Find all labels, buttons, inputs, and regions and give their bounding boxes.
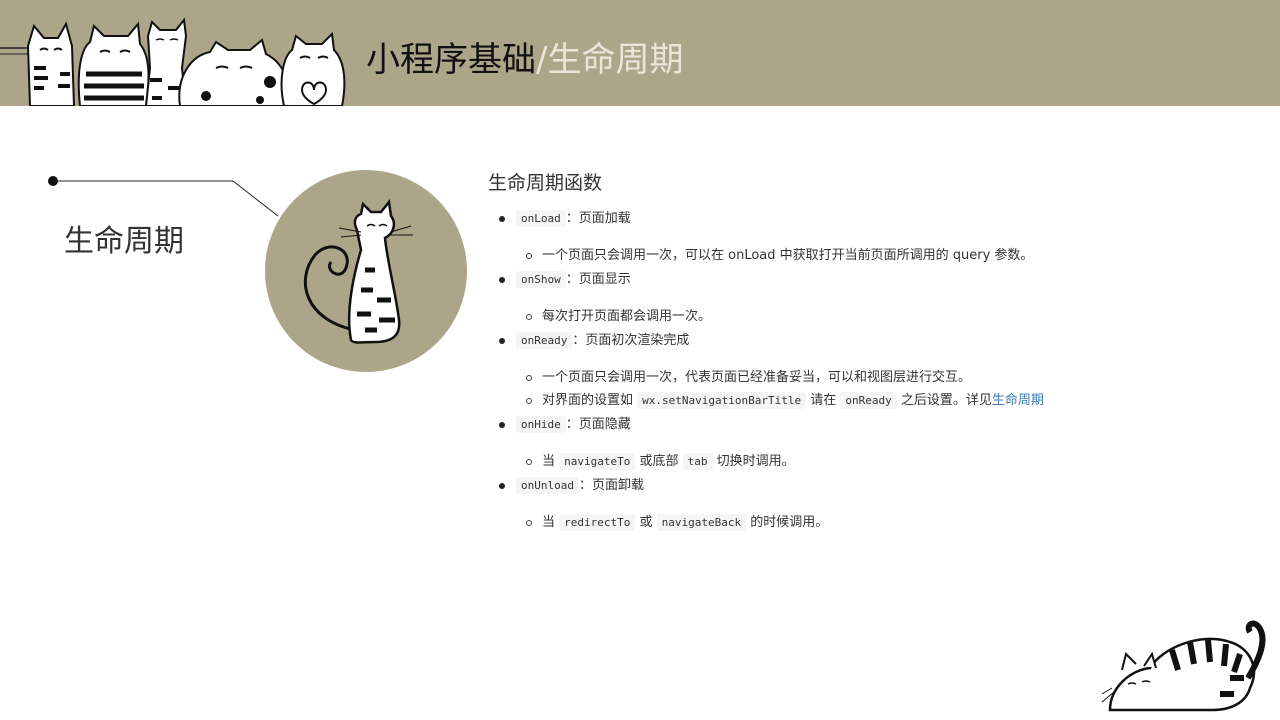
- item-desc: ：页面隐藏: [565, 417, 631, 432]
- sub-item-text: 一个页面只会调用一次，代表页面已经准备妥当，可以和视图层进行交互。: [542, 370, 972, 385]
- code-onshow: onShow: [516, 271, 566, 288]
- code-onunload: onUnload: [516, 477, 579, 494]
- item-desc: ：页面显示: [565, 272, 631, 287]
- title-main: 小程序基础: [366, 40, 536, 80]
- item-desc: ：页面初次渲染完成: [572, 333, 690, 348]
- code-onready: onReady: [516, 332, 573, 349]
- cat-circle-badge: [265, 170, 467, 372]
- header-bar: 小程序基础/生命周期: [0, 0, 1280, 106]
- title-separator: /: [536, 40, 548, 80]
- lifecycle-link[interactable]: 生命周期: [992, 393, 1044, 408]
- sub-item-pre: 当: [542, 515, 560, 530]
- list-item-onready: onReady ：页面初次渲染完成 一个页面只会调用一次，代表页面已经准备妥当，可…: [488, 330, 1248, 412]
- sleeping-cat-icon: [1101, 620, 1266, 712]
- sub-item-pre: 当: [542, 454, 560, 469]
- code-onload: onLoad: [516, 210, 566, 227]
- sub-item: 一个页面只会调用一次，代表页面已经准备妥当，可以和视图层进行交互。: [516, 367, 1248, 389]
- content-heading: 生命周期函数: [488, 172, 603, 194]
- sub-item-mid: 或: [635, 515, 657, 530]
- code-inline: tab: [682, 453, 713, 470]
- code-inline: navigateTo: [559, 453, 636, 470]
- sub-item-post: 之后设置。详见: [896, 393, 992, 408]
- sub-item: 一个页面只会调用一次，可以在 onLoad 中获取打开当前页面所调用的 quer…: [516, 245, 1248, 267]
- code-inline: wx.setNavigationBarTitle: [637, 392, 807, 409]
- list-item-onshow: onShow ：页面显示 每次打开页面都会调用一次。: [488, 269, 1248, 328]
- sub-item-pre: 对界面的设置如: [542, 393, 638, 408]
- code-inline: redirectTo: [559, 514, 636, 531]
- list-item-onload: onLoad ：页面加载 一个页面只会调用一次，可以在 onLoad 中获取打开当…: [488, 208, 1248, 267]
- item-desc: ：页面卸载: [578, 478, 644, 493]
- sub-item: 每次打开页面都会调用一次。: [516, 306, 1248, 328]
- sub-item: 当 navigateTo 或底部 tab 切换时调用。: [516, 451, 1248, 473]
- sub-item: 当 redirectTo 或 navigateBack 的时候调用。: [516, 512, 1248, 534]
- section-label: 生命周期: [64, 224, 184, 259]
- sub-item-post: 的时候调用。: [746, 515, 829, 530]
- list-item-onhide: onHide ：页面隐藏 当 navigateTo 或底部 tab 切换时调用。: [488, 414, 1248, 473]
- sub-item-text: 一个页面只会调用一次，可以在 onLoad 中获取打开当前页面所调用的 quer…: [542, 248, 1034, 263]
- title-sub: 生命周期: [547, 40, 684, 80]
- item-desc: ：页面加载: [565, 211, 631, 226]
- lifecycle-list: onLoad ：页面加载 一个页面只会调用一次，可以在 onLoad 中获取打开当…: [488, 208, 1248, 534]
- content-panel: 生命周期函数 onLoad ：页面加载 一个页面只会调用一次，可以在 onLoad…: [488, 170, 1248, 536]
- page-title: 小程序基础/生命周期: [366, 38, 683, 82]
- sub-item-mid: 请在: [806, 393, 841, 408]
- list-item-onunload: onUnload ：页面卸载 当 redirectTo 或 navigateBac…: [488, 475, 1248, 534]
- code-inline: navigateBack: [656, 514, 747, 531]
- sub-item-mid: 或底部: [635, 454, 683, 469]
- sub-item: 对界面的设置如 wx.setNavigationBarTitle 请在 onRe…: [516, 390, 1248, 412]
- cats-illustration-icon: [0, 17, 346, 106]
- code-inline: onReady: [840, 392, 897, 409]
- sub-item-text: 每次打开页面都会调用一次。: [542, 309, 712, 324]
- sub-item-post: 切换时调用。: [712, 454, 795, 469]
- code-onhide: onHide: [516, 416, 566, 433]
- sitting-cat-icon: [303, 198, 413, 344]
